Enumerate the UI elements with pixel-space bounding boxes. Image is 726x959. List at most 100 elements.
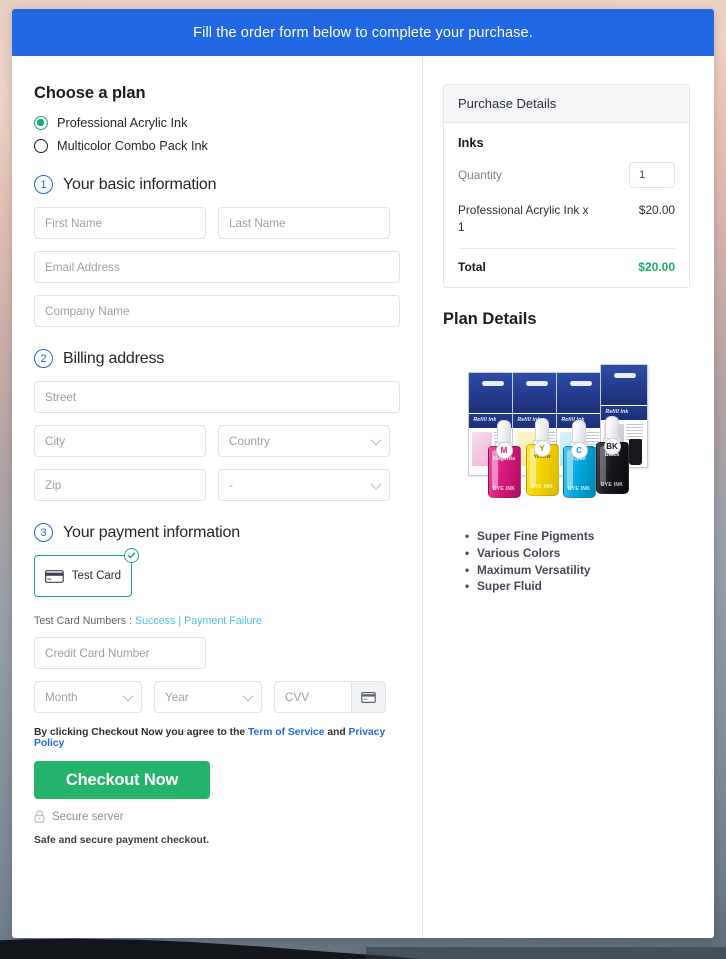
dye-ink-label: DYE INK	[567, 486, 591, 493]
choose-plan-heading: Choose a plan	[34, 84, 146, 102]
chevron-down-icon	[370, 434, 382, 446]
ink-bottle-magenta: Magenta DYE INK M	[487, 420, 521, 499]
expiry-month-select[interactable]: Month	[34, 681, 142, 713]
credit-card-number-input[interactable]: Credit Card Number	[34, 637, 206, 669]
street-placeholder: Street	[45, 390, 77, 404]
step-number-badge: 2	[34, 349, 53, 368]
quantity-value: 1	[639, 169, 646, 181]
list-item: Super Fluid	[465, 578, 690, 595]
dye-ink-label: DYE INK	[530, 484, 554, 491]
order-total-row: Total $20.00	[458, 249, 675, 274]
ink-bottle-cyan: Cyan DYE INK C	[562, 420, 596, 499]
purchase-details-body: Inks Quantity 1 Professional Acrylic Ink…	[444, 123, 689, 287]
list-item: Various Colors	[465, 545, 690, 562]
payment-method-label: Test Card	[71, 570, 121, 582]
company-name-input[interactable]: Company Name	[34, 295, 400, 327]
step-heading-billing-address: 2 Billing address	[34, 349, 400, 368]
step-title: Billing address	[63, 349, 165, 367]
quantity-label: Quantity	[458, 168, 502, 182]
banner-text: Fill the order form below to complete yo…	[193, 24, 533, 41]
state-placeholder: -	[229, 478, 233, 492]
email-placeholder: Email Address	[45, 260, 120, 274]
checkout-card: Fill the order form below to complete yo…	[12, 9, 714, 938]
page-banner: Fill the order form below to complete yo…	[12, 9, 714, 56]
terms-of-service-link[interactable]: Term of Service	[248, 727, 325, 738]
payment-method-test-card[interactable]: Test Card	[34, 548, 139, 597]
step-title: Your basic information	[63, 175, 217, 193]
test-card-numbers-hint: Test Card Numbers : Success | Payment Fa…	[34, 615, 400, 627]
checkout-now-button[interactable]: Checkout Now	[34, 761, 210, 799]
credit-card-number-placeholder: Credit Card Number	[45, 646, 150, 660]
plan-option-multicolor-combo-pack-ink[interactable]: Multicolor Combo Pack Ink	[34, 139, 400, 153]
credit-card-icon	[45, 569, 64, 583]
ink-color-code: BK	[603, 438, 621, 456]
legal-and: and	[324, 727, 349, 738]
secure-server-row: Secure server	[34, 810, 400, 823]
purchase-details-panel: Purchase Details Inks Quantity 1 Profess…	[443, 84, 690, 289]
zip-state-row: Zip -	[34, 469, 400, 501]
test-card-failure-link[interactable]: Payment Failure	[184, 615, 262, 627]
line-item-name: Professional Acrylic Ink x 1	[458, 203, 589, 235]
purchase-details-header: Purchase Details	[444, 85, 689, 123]
dye-ink-label: DYE INK	[600, 482, 624, 489]
step-heading-payment-information: 3 Your payment information	[34, 523, 400, 542]
secure-server-label: Secure server	[52, 810, 124, 823]
cvv-field-group[interactable]: CVV	[274, 681, 386, 713]
plan-option-label: Professional Acrylic Ink	[57, 116, 188, 130]
company-field-row: Company Name	[34, 295, 400, 327]
quantity-input[interactable]: 1	[629, 162, 675, 188]
plan-option-professional-acrylic-ink[interactable]: Professional Acrylic Ink	[34, 116, 400, 130]
chevron-down-icon	[122, 690, 134, 702]
expiry-cvv-row: Month Year CVV	[34, 681, 400, 713]
year-placeholder: Year	[165, 690, 189, 704]
expiry-year-select[interactable]: Year	[154, 681, 262, 713]
company-placeholder: Company Name	[45, 304, 130, 318]
total-value: $20.00	[638, 260, 675, 275]
list-item: Super Fine Pigments	[465, 528, 690, 545]
cvv-placeholder: CVV	[285, 690, 310, 704]
street-field-row: Street	[34, 381, 400, 413]
first-name-input[interactable]: First Name	[34, 207, 206, 239]
last-name-input[interactable]: Last Name	[218, 207, 390, 239]
product-image: Refill Ink Refill Ink Refill Ink Refill …	[462, 353, 672, 499]
radio-icon-selected[interactable]	[34, 116, 48, 130]
city-input[interactable]: City	[34, 425, 206, 457]
card-body: Choose a plan Professional Acrylic Ink M…	[12, 56, 714, 938]
test-card-separator: |	[175, 615, 185, 627]
dye-ink-label: DYE INK	[492, 486, 516, 493]
test-card-numbers-prefix: Test Card Numbers :	[34, 615, 135, 627]
country-select[interactable]: Country	[218, 425, 390, 457]
ink-color-code: C	[570, 442, 588, 460]
zip-input[interactable]: Zip	[34, 469, 206, 501]
plan-option-label: Multicolor Combo Pack Ink	[57, 139, 208, 153]
test-card-success-link[interactable]: Success	[135, 615, 175, 627]
country-placeholder: Country	[229, 434, 270, 448]
step-number-badge: 1	[34, 175, 53, 194]
zip-placeholder: Zip	[45, 478, 62, 492]
purchase-group-title: Inks	[458, 135, 484, 150]
step-heading-basic-information: 1 Your basic information	[34, 175, 400, 194]
safe-checkout-note: Safe and secure payment checkout.	[34, 835, 210, 846]
legal-agreement-text: By clicking Checkout Now you agree to th…	[34, 727, 400, 749]
order-line-item: Professional Acrylic Ink x 1 $20.00	[458, 202, 675, 250]
email-field-row: Email Address	[34, 251, 400, 283]
ink-color-code: M	[495, 442, 513, 460]
first-name-placeholder: First Name	[45, 216, 103, 230]
check-circle-icon	[124, 548, 139, 563]
cvv-help-button[interactable]	[351, 682, 385, 712]
quantity-row: Quantity 1	[458, 162, 675, 188]
legal-prefix: By clicking Checkout Now you agree to th…	[34, 727, 248, 738]
ink-bottle-yellow: Yellow DYE INK Y	[525, 418, 559, 497]
credit-card-number-row: Credit Card Number	[34, 637, 400, 669]
plan-feature-list: Super Fine Pigments Various Colors Maxim…	[465, 528, 690, 595]
radio-icon-unselected[interactable]	[34, 139, 48, 153]
street-input[interactable]: Street	[34, 381, 400, 413]
state-select[interactable]: -	[218, 469, 390, 501]
chevron-down-icon	[242, 690, 254, 702]
check-icon	[127, 552, 136, 559]
step-number-badge: 3	[34, 523, 53, 542]
email-field[interactable]: Email Address	[34, 251, 400, 283]
cvv-input[interactable]: CVV	[275, 682, 351, 712]
total-label: Total	[458, 260, 486, 275]
background-horizon	[366, 947, 726, 959]
